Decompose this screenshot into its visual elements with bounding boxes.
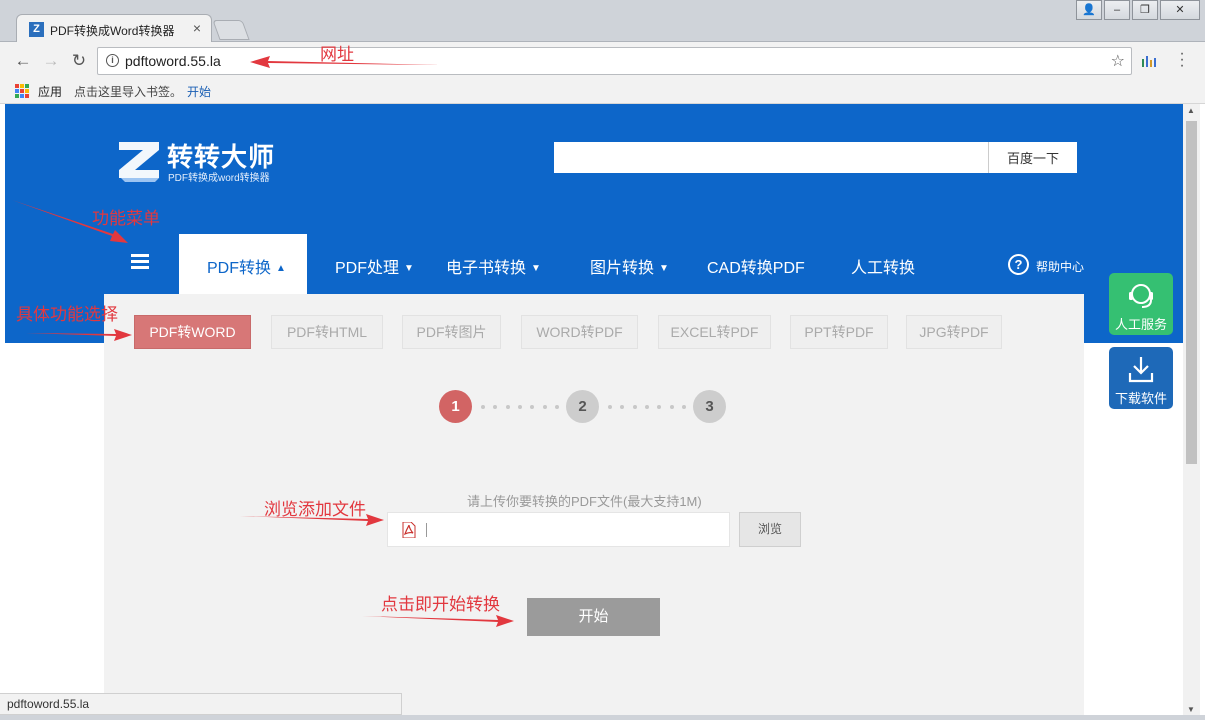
forward-icon[interactable]: → bbox=[40, 51, 62, 71]
extension-chart-icon[interactable] bbox=[1141, 55, 1157, 67]
tab-close-icon[interactable]: × bbox=[193, 20, 201, 36]
address-bar[interactable]: i pdftoword.55.la ☆ bbox=[97, 47, 1132, 75]
subtab-jpg-to-pdf[interactable]: JPG转PDF bbox=[906, 315, 1002, 349]
site-logo-icon[interactable] bbox=[115, 138, 163, 182]
web-page: 转转大师 PDF转换成word转换器 百度一下 PDF转换 ▲ PDF处理 ▼ 电子… bbox=[5, 104, 1183, 716]
nav-image-convert[interactable]: 图片转换 ▼ bbox=[590, 254, 669, 278]
browser-menu-icon[interactable]: · · · bbox=[1176, 46, 1188, 74]
browser-titlebar: Z PDF转换成Word转换器 × 👤 – ❐ ✕ bbox=[0, 0, 1205, 43]
status-bar-url: pdftoword.55.la bbox=[0, 693, 402, 715]
maximize-button[interactable]: ❐ bbox=[1132, 0, 1158, 20]
menu-hamburger-icon[interactable] bbox=[131, 254, 149, 269]
scroll-thumb[interactable] bbox=[1186, 121, 1197, 464]
subtab-pdf-to-image[interactable]: PDF转图片 bbox=[402, 315, 501, 349]
new-tab-button[interactable] bbox=[212, 20, 250, 40]
nav-label: PDF转换 bbox=[207, 260, 272, 277]
step-2: 2 bbox=[566, 390, 599, 423]
caret-down-icon: ▼ bbox=[404, 263, 414, 274]
address-url[interactable]: pdftoword.55.la bbox=[125, 53, 221, 69]
search-button[interactable]: 百度一下 bbox=[988, 142, 1077, 173]
annotation-menu: 功能菜单 bbox=[92, 209, 160, 228]
text-cursor bbox=[426, 523, 427, 537]
site-info-icon[interactable]: i bbox=[106, 54, 119, 67]
bookmarks-bar: 应用 点击这里导入书签。 开始 bbox=[0, 80, 1205, 104]
subtab-ppt-to-pdf[interactable]: PPT转PDF bbox=[790, 315, 888, 349]
download-icon bbox=[1128, 357, 1154, 383]
annotation-start: 点击即开始转换 bbox=[381, 595, 500, 614]
bookmark-star-icon[interactable]: ☆ bbox=[1111, 51, 1125, 71]
start-convert-button[interactable]: 开始 bbox=[527, 598, 660, 636]
upload-hint: 请上传你要转换的PDF文件(最大支持1M) bbox=[467, 494, 702, 509]
help-center-link[interactable]: 帮助中心 bbox=[1036, 258, 1084, 275]
apps-grid-icon[interactable] bbox=[15, 84, 29, 98]
subtab-word-to-pdf[interactable]: WORD转PDF bbox=[521, 315, 638, 349]
nav-label: 人工转换 bbox=[851, 260, 916, 277]
headset-icon bbox=[1129, 284, 1153, 308]
reload-icon[interactable]: ↻ bbox=[68, 51, 90, 71]
site-favicon-icon: Z bbox=[29, 22, 44, 37]
nav-ebook-convert[interactable]: 电子书转换 ▼ bbox=[446, 254, 541, 278]
step-connector bbox=[481, 405, 559, 409]
download-software-label: 下载软件 bbox=[1114, 391, 1167, 406]
window-frame-bottom bbox=[0, 715, 1205, 720]
nav-label: 图片转换 bbox=[590, 260, 655, 277]
customer-service-label: 人工服务 bbox=[1114, 317, 1167, 332]
nav-label: PDF处理 bbox=[335, 260, 400, 277]
step-connector bbox=[608, 405, 686, 409]
browser-toolbar: ← → ↻ i pdftoword.55.la ☆ · · · bbox=[0, 42, 1205, 80]
back-icon[interactable]: ← bbox=[12, 51, 34, 71]
nav-label: 电子书转换 bbox=[446, 260, 527, 277]
browser-tab[interactable]: Z PDF转换成Word转换器 × bbox=[16, 14, 212, 43]
site-brand-subtitle: PDF转换成word转换器 bbox=[168, 173, 270, 184]
close-window-button[interactable]: ✕ bbox=[1160, 0, 1200, 20]
nav-pdf-process[interactable]: PDF处理 ▼ bbox=[335, 254, 414, 278]
page-scrollbar[interactable]: ▲ ▼ bbox=[1183, 104, 1200, 716]
subtab-pdf-to-html[interactable]: PDF转HTML bbox=[271, 315, 383, 349]
converter-panel: PDF转WORD PDF转HTML PDF转图片 WORD转PDF EXCEL转… bbox=[104, 294, 1084, 716]
step-3: 3 bbox=[693, 390, 726, 423]
customer-service-button[interactable]: 人工服务 bbox=[1109, 273, 1173, 335]
step-1: 1 bbox=[439, 390, 472, 423]
search-input[interactable] bbox=[554, 142, 988, 173]
browse-button[interactable]: 浏览 bbox=[739, 512, 801, 547]
bookmark-apps[interactable]: 应用 bbox=[38, 83, 62, 100]
caret-down-icon: ▼ bbox=[659, 263, 669, 274]
user-profile-button[interactable]: 👤 bbox=[1076, 0, 1102, 20]
subtab-excel-to-pdf[interactable]: EXCEL转PDF bbox=[658, 315, 771, 349]
annotation-url: 网址 bbox=[320, 45, 354, 64]
tab-title: PDF转换成Word转换器 bbox=[50, 24, 175, 38]
nav-label: CAD转换PDF bbox=[707, 260, 805, 277]
caret-down-icon: ▼ bbox=[531, 263, 541, 274]
scroll-up-icon[interactable]: ▲ bbox=[1187, 106, 1195, 115]
file-path-input[interactable] bbox=[387, 512, 730, 547]
pdf-file-icon bbox=[402, 522, 416, 538]
nav-cad-convert[interactable]: CAD转换PDF bbox=[707, 254, 805, 278]
annotation-browse: 浏览添加文件 bbox=[264, 500, 366, 519]
bookmark-import-hint: 点击这里导入书签。 bbox=[74, 85, 183, 99]
help-icon[interactable]: ? bbox=[1008, 254, 1029, 275]
minimize-button[interactable]: – bbox=[1104, 0, 1130, 20]
nav-pdf-convert[interactable]: PDF转换 ▲ bbox=[179, 234, 307, 294]
subtab-pdf-to-word[interactable]: PDF转WORD bbox=[134, 315, 251, 349]
download-software-button[interactable]: 下载软件 bbox=[1109, 347, 1173, 409]
bookmark-start-link[interactable]: 开始 bbox=[187, 83, 211, 100]
scroll-down-icon[interactable]: ▼ bbox=[1187, 705, 1195, 714]
nav-manual-convert[interactable]: 人工转换 bbox=[851, 254, 915, 278]
annotation-feature: 具体功能选择 bbox=[16, 305, 118, 324]
caret-up-icon: ▲ bbox=[276, 263, 286, 274]
